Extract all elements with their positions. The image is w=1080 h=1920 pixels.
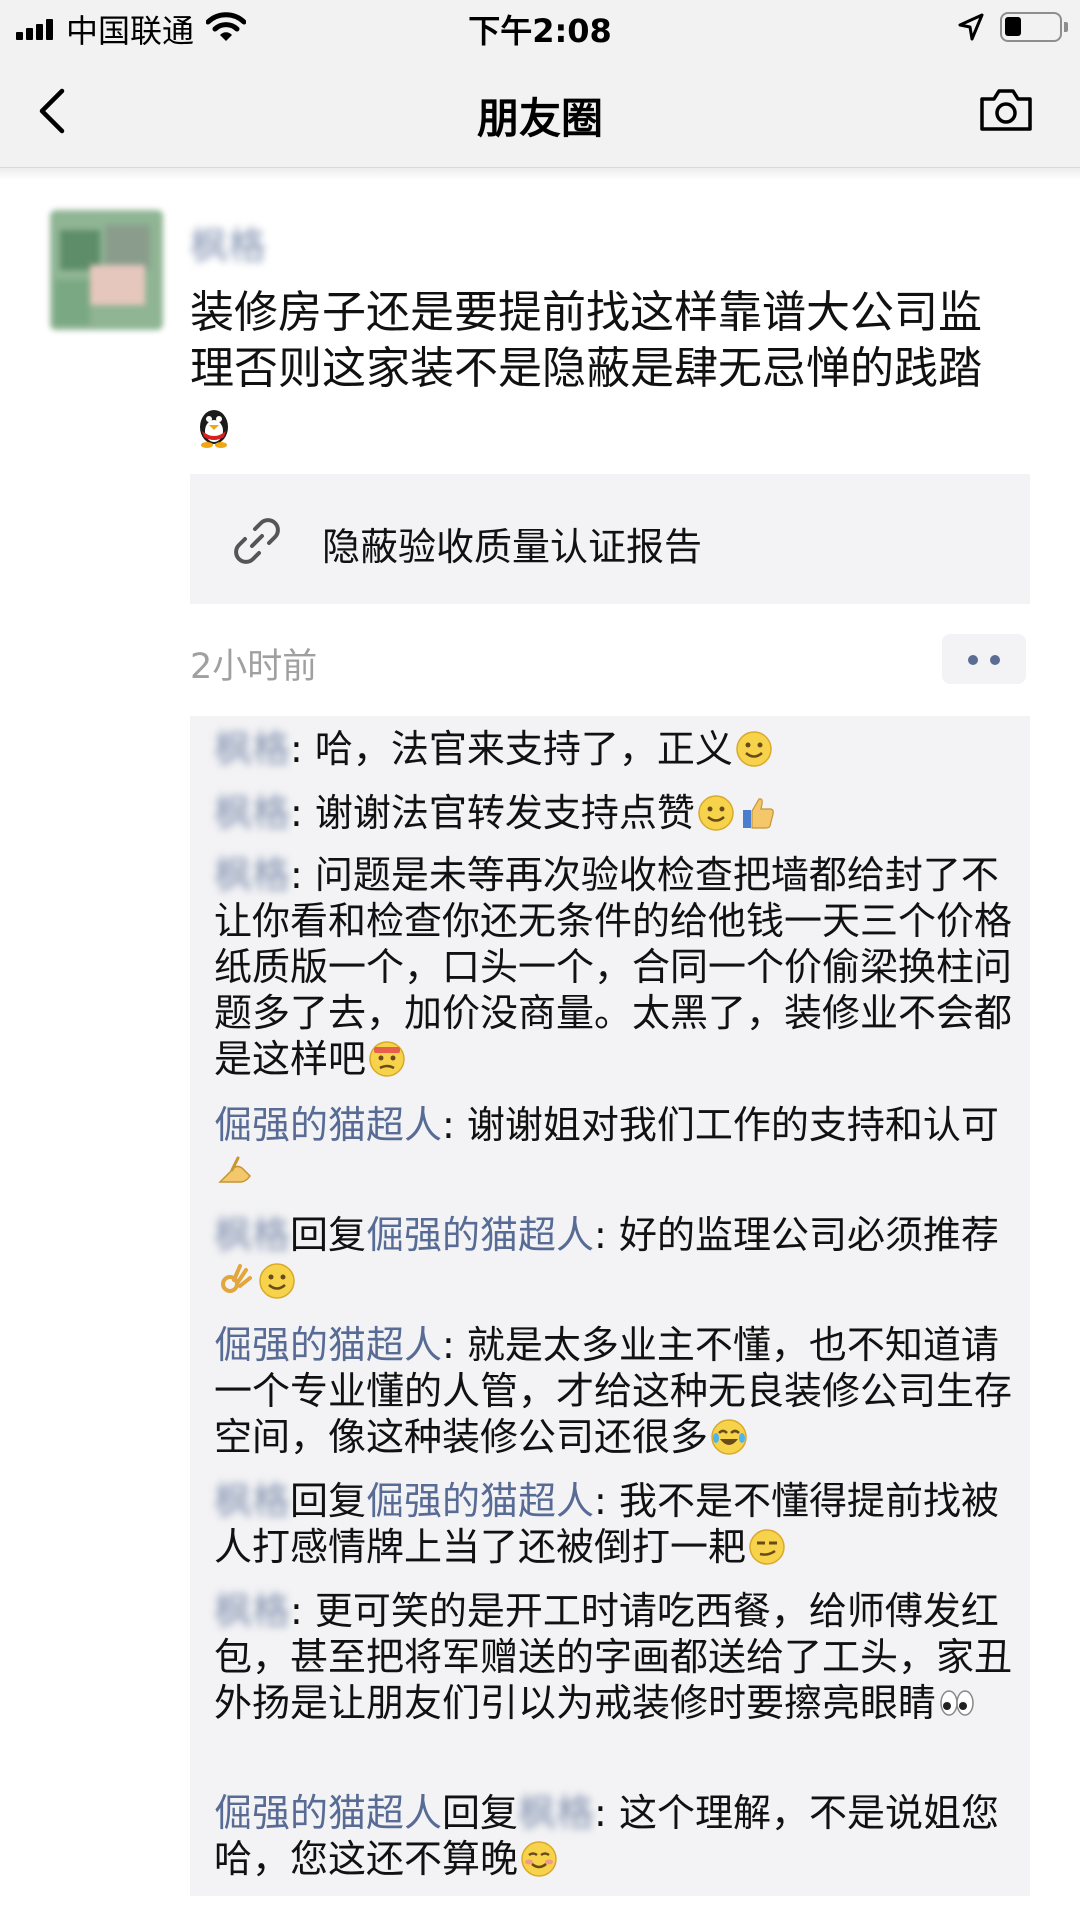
penguin-emoji-icon <box>200 410 228 448</box>
comment-item[interactable]: 枫格: 更可笑的是开工时请吃西餐，给师傅发红包，甚至把将军赠送的字画都送给了工头… <box>214 1588 1014 1726</box>
smile-emoji-icon <box>698 795 734 831</box>
eyes-emoji-icon <box>940 1690 974 1716</box>
comment-item[interactable]: 枫格: 问题是未等再次验收检查把墙都给封了不让你看和检查你还无条件的给他钱一天三… <box>214 852 1014 1082</box>
comment-author[interactable]: 枫格 <box>214 1589 290 1633</box>
comment-author[interactable]: 倔强的猫超人 <box>214 1323 442 1367</box>
comment-reply-to[interactable]: 倔强的猫超人 <box>366 1213 594 1257</box>
comment-author[interactable]: 枫格 <box>214 853 290 897</box>
comment-author[interactable]: 枫格 <box>214 1479 290 1523</box>
camera-icon[interactable] <box>978 85 1034 133</box>
frown-bandage-emoji-icon <box>369 1041 405 1077</box>
hand-emoji-icon <box>218 1156 251 1183</box>
link-icon <box>234 518 280 564</box>
smile-emoji-icon <box>259 1263 295 1299</box>
comment-author[interactable]: 枫格 <box>214 791 290 835</box>
comment-text: 谢谢法官转发支持点赞 <box>314 791 695 835</box>
laugh-cry-emoji-icon <box>711 1419 747 1455</box>
thumbs-up-emoji-icon <box>742 798 774 829</box>
comment-item[interactable]: 枫格: 谢谢法官转发支持点赞 <box>214 790 1014 836</box>
comment-text: 谢谢姐对我们工作的支持和认可 <box>466 1103 999 1147</box>
comment-author[interactable]: 倔强的猫超人 <box>214 1791 442 1835</box>
status-bar: 中国联通 下午2:08 <box>0 0 1080 55</box>
comment-text: 好的监理公司必须推荐 <box>618 1213 999 1257</box>
post-timestamp: 2小时前 <box>190 647 318 687</box>
comment-author[interactable]: 枫格 <box>214 1213 290 1257</box>
smirk-emoji-icon <box>749 1529 785 1565</box>
comment-author[interactable]: 倔强的猫超人 <box>214 1103 442 1147</box>
comments-panel: 枫格: 哈，法官来支持了，正义 枫格: 谢谢法官转发支持点赞 枫格: 问题是未等… <box>190 716 1030 1896</box>
comment-item[interactable]: 枫格: 哈，法官来支持了，正义 <box>214 726 1014 772</box>
nav-divider <box>0 168 1080 180</box>
post-text: 装修房子还是要提前找这样靠谱大公司监 理否则这家装不是隐蔽是肆无忌惮的践踏 <box>190 285 1020 449</box>
post-author[interactable]: 枫格 <box>190 215 266 270</box>
battery-icon <box>1000 12 1068 42</box>
shared-link-card[interactable]: 隐蔽验收质量认证报告 <box>190 474 1030 604</box>
comment-item[interactable]: 倔强的猫超人: 谢谢姐对我们工作的支持和认可 <box>214 1102 1014 1194</box>
location-icon <box>958 13 984 41</box>
comment-text: 问题是未等再次验收检查把墙都给封了不让你看和检查你还无条件的给他钱一天三个价格纸… <box>214 853 1013 1081</box>
comment-item[interactable]: 枫格回复倔强的猫超人: 好的监理公司必须推荐 <box>214 1212 1014 1304</box>
ok-hand-emoji-icon <box>221 1264 252 1293</box>
comment-text: 哈，法官来支持了，正义 <box>314 727 733 771</box>
comment-item[interactable]: 倔强的猫超人回复枫格: 这个理解，不是说姐您哈，您这还不算晚 <box>214 1790 1014 1882</box>
post-text-line: 理否则这家装不是隐蔽是肆无忌惮的践踏 <box>190 343 982 394</box>
comment-reply-to[interactable]: 枫格 <box>518 1791 594 1835</box>
page-title: 朋友圈 <box>476 94 603 143</box>
nav-bar: 朋友圈 <box>0 55 1080 168</box>
comment-reply-to[interactable]: 倔强的猫超人 <box>366 1479 594 1523</box>
smile-emoji-icon <box>736 731 772 767</box>
comment-author[interactable]: 枫格 <box>214 727 290 771</box>
blush-smile-emoji-icon <box>521 1841 557 1877</box>
post-text-line: 装修房子还是要提前找这样靠谱大公司监 <box>190 287 982 338</box>
comment-item[interactable]: 枫格回复倔强的猫超人: 我不是不懂得提前找被人打感情牌上当了还被倒打一耙 <box>214 1478 1014 1570</box>
avatar[interactable] <box>50 210 163 330</box>
status-time: 下午2:08 <box>468 12 612 50</box>
comment-item[interactable]: 倔强的猫超人: 就是太多业主不懂，也不知道请一个专业懂的人管，才给这种无良装修公… <box>214 1322 1014 1460</box>
link-title: 隐蔽验收质量认证报告 <box>322 525 703 569</box>
comment-text: 更可笑的是开工时请吃西餐，给师傅发红包，甚至把将军赠送的字画都送给了工头，家丑外… <box>214 1589 1013 1725</box>
more-dots-icon[interactable] <box>942 634 1026 684</box>
